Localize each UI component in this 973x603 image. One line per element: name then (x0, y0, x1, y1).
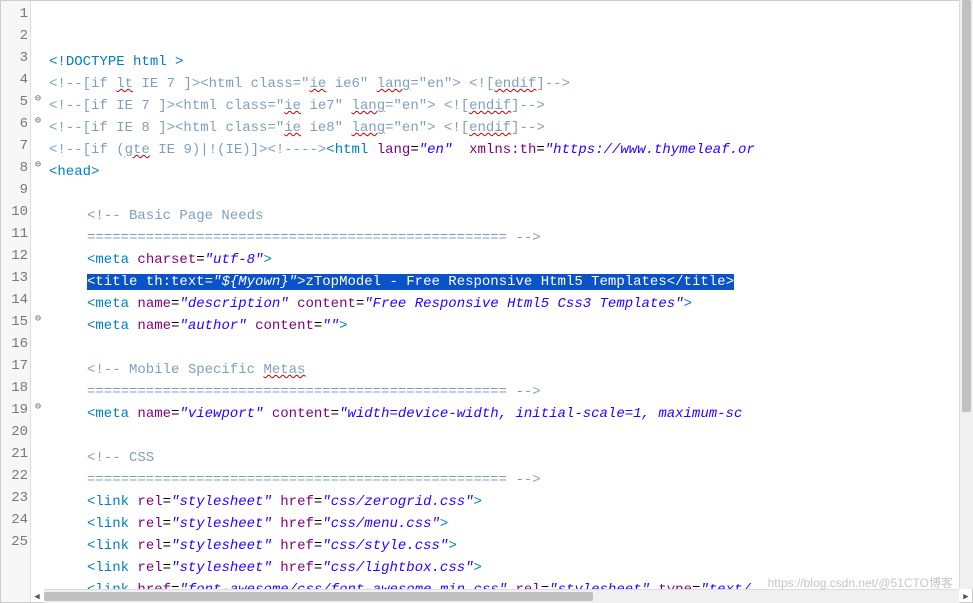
code-area[interactable]: <!DOCTYPE html ><!--[if lt IE 7 ]><html … (45, 1, 972, 602)
line-number[interactable]: 4 (7, 69, 28, 91)
code-line[interactable] (49, 337, 972, 359)
fold-spacer (31, 133, 45, 155)
fold-spacer (31, 375, 45, 397)
line-number-gutter[interactable]: 1234567891011121314151617181920212223242… (1, 1, 31, 602)
fold-toggle-icon[interactable]: ⊖ (31, 155, 45, 177)
line-number[interactable]: 25 (7, 531, 28, 553)
line-number[interactable]: 1 (7, 3, 28, 25)
fold-spacer (31, 463, 45, 485)
code-line[interactable]: <!--[if IE 7 ]><html class="ie ie7" lang… (49, 95, 972, 117)
line-number[interactable]: 18 (7, 377, 28, 399)
line-number[interactable]: 19 (7, 399, 28, 421)
code-line[interactable]: <!--[if (gte IE 9)|!(IE)]><!----><html l… (49, 139, 972, 161)
line-number[interactable]: 22 (7, 465, 28, 487)
fold-spacer (31, 331, 45, 353)
code-line[interactable]: <!-- CSS (49, 447, 972, 469)
fold-spacer (31, 287, 45, 309)
code-line[interactable]: ========================================… (49, 381, 972, 403)
code-line[interactable] (49, 425, 972, 447)
fold-spacer (31, 199, 45, 221)
code-line[interactable] (49, 183, 972, 205)
scrollbar-thumb[interactable] (962, 0, 971, 412)
code-line[interactable]: ========================================… (49, 227, 972, 249)
line-number[interactable]: 13 (7, 267, 28, 289)
fold-toggle-icon[interactable]: ⊖ (31, 309, 45, 331)
code-line[interactable]: <meta name="author" content=""> (49, 315, 972, 337)
line-number[interactable]: 20 (7, 421, 28, 443)
code-line[interactable]: <head> (49, 161, 972, 183)
fold-spacer (31, 243, 45, 265)
fold-spacer (31, 1, 45, 23)
fold-spacer (31, 529, 45, 551)
code-line[interactable]: <meta charset="utf-8"> (49, 249, 972, 271)
fold-spacer (31, 67, 45, 89)
line-number[interactable]: 6 (7, 113, 28, 135)
code-line[interactable]: <!--[if IE 8 ]><html class="ie ie8" lang… (49, 117, 972, 139)
fold-spacer (31, 45, 45, 67)
code-line[interactable]: ========================================… (49, 469, 972, 491)
line-number[interactable]: 23 (7, 487, 28, 509)
fold-spacer (31, 265, 45, 287)
code-line[interactable]: <link rel="stylesheet" href="css/lightbo… (49, 557, 972, 579)
fold-spacer (31, 23, 45, 45)
horizontal-scrollbar[interactable]: ◀ ▶ (44, 589, 959, 603)
code-line[interactable]: <link rel="stylesheet" href="css/zerogri… (49, 491, 972, 513)
fold-spacer (31, 507, 45, 529)
fold-toggle-icon[interactable]: ⊖ (31, 397, 45, 419)
line-number[interactable]: 7 (7, 135, 28, 157)
fold-spacer (31, 441, 45, 463)
code-line[interactable]: <link rel="stylesheet" href="css/style.c… (49, 535, 972, 557)
line-number[interactable]: 10 (7, 201, 28, 223)
line-number[interactable]: 24 (7, 509, 28, 531)
line-number[interactable]: 14 (7, 289, 28, 311)
line-number[interactable]: 21 (7, 443, 28, 465)
scroll-right-icon[interactable]: ▶ (959, 590, 973, 603)
code-line[interactable]: <!--[if lt IE 7 ]><html class="ie ie6" l… (49, 73, 972, 95)
scrollbar-thumb[interactable] (44, 592, 593, 601)
code-line[interactable]: <!-- Basic Page Needs (49, 205, 972, 227)
line-number[interactable]: 9 (7, 179, 28, 201)
line-number[interactable]: 17 (7, 355, 28, 377)
code-line[interactable]: <meta name="viewport" content="width=dev… (49, 403, 972, 425)
fold-spacer (31, 177, 45, 199)
line-number[interactable]: 8 (7, 157, 28, 179)
line-number[interactable]: 2 (7, 25, 28, 47)
fold-spacer (31, 419, 45, 441)
code-line[interactable]: <meta name="description" content="Free R… (49, 293, 972, 315)
code-line[interactable]: <link rel="stylesheet" href="css/menu.cs… (49, 513, 972, 535)
line-number[interactable]: 12 (7, 245, 28, 267)
line-number[interactable]: 16 (7, 333, 28, 355)
vertical-scrollbar[interactable] (959, 0, 973, 589)
code-line[interactable]: <!DOCTYPE html > (49, 51, 972, 73)
line-number[interactable]: 11 (7, 223, 28, 245)
fold-spacer (31, 485, 45, 507)
code-editor[interactable]: 1234567891011121314151617181920212223242… (0, 0, 973, 603)
fold-spacer (31, 221, 45, 243)
code-line[interactable]: <title th:text="${Myown}">zTopModel - Fr… (49, 271, 972, 293)
line-number[interactable]: 3 (7, 47, 28, 69)
fold-toggle-icon[interactable]: ⊖ (31, 89, 45, 111)
scroll-left-icon[interactable]: ◀ (30, 590, 44, 603)
fold-toggle-icon[interactable]: ⊖ (31, 111, 45, 133)
line-number[interactable]: 5 (7, 91, 28, 113)
fold-gutter[interactable]: ⊖⊖⊖⊖⊖ (31, 1, 45, 602)
code-line[interactable]: <!-- Mobile Specific Metas (49, 359, 972, 381)
line-number[interactable]: 15 (7, 311, 28, 333)
fold-spacer (31, 353, 45, 375)
